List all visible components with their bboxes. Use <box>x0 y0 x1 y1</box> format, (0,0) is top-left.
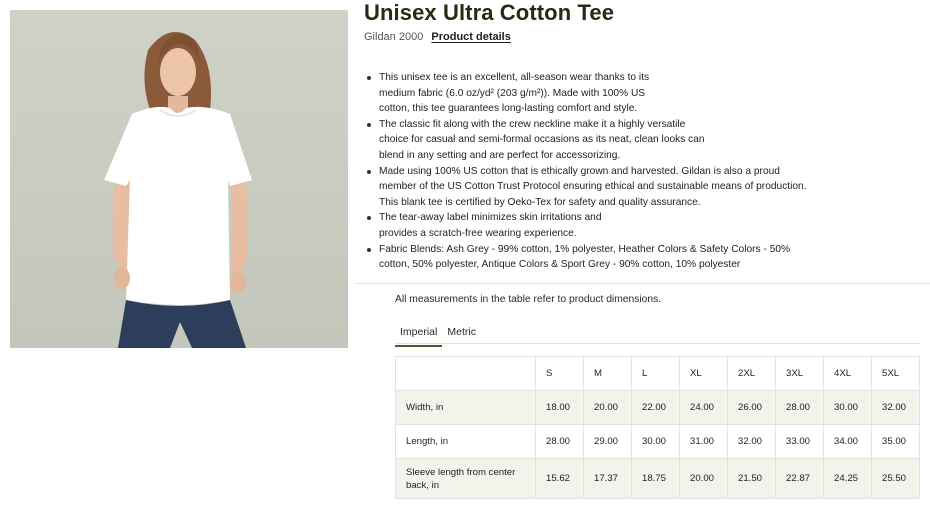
table-header-size: L <box>631 356 680 391</box>
table-cell: 28.00 <box>775 390 824 425</box>
table-cell: 20.00 <box>679 458 728 499</box>
table-cell: 32.00 <box>871 390 920 425</box>
table-cell: 34.00 <box>823 424 872 459</box>
table-cell: 32.00 <box>727 424 776 459</box>
section-divider <box>355 283 930 284</box>
table-header-size: 4XL <box>823 356 872 391</box>
table-cell: 26.00 <box>727 390 776 425</box>
table-cell: 22.87 <box>775 458 824 499</box>
table-cell: 15.62 <box>535 458 584 499</box>
measurements-note: All measurements in the table refer to p… <box>395 294 662 305</box>
table-cell: 20.00 <box>583 390 632 425</box>
product-photo <box>10 10 348 348</box>
table-header-size: XL <box>679 356 728 391</box>
list-item: The tear-away label minimizes skin irrit… <box>365 210 605 241</box>
table-cell: 29.00 <box>583 424 632 459</box>
table-row: Length, in 28.00 29.00 30.00 31.00 32.00… <box>395 424 920 459</box>
table-cell: 17.37 <box>583 458 632 499</box>
table-cell: 31.00 <box>679 424 728 459</box>
table-header-size: S <box>535 356 584 391</box>
table-row: Sleeve length from center back, in 15.62… <box>395 458 920 499</box>
table-cell: 24.00 <box>679 390 728 425</box>
table-cell: 24.25 <box>823 458 872 499</box>
tabs-divider <box>395 343 920 344</box>
list-item: The classic fit along with the crew neck… <box>365 117 715 164</box>
table-row: Width, in 18.00 20.00 22.00 24.00 26.00 … <box>395 390 920 425</box>
table-header-size: M <box>583 356 632 391</box>
row-label: Sleeve length from center back, in <box>395 458 536 499</box>
table-cell: 18.00 <box>535 390 584 425</box>
table-cell: 18.75 <box>631 458 680 499</box>
table-header-corner <box>395 356 536 391</box>
table-cell: 21.50 <box>727 458 776 499</box>
table-cell: 30.00 <box>823 390 872 425</box>
list-item: Fabric Blends: Ash Grey - 99% cotton, 1%… <box>365 242 815 273</box>
table-header-row: S M L XL 2XL 3XL 4XL 5XL <box>395 356 920 391</box>
list-item: Made using 100% US cotton that is ethica… <box>365 164 815 211</box>
product-title: Unisex Ultra Cotton Tee <box>364 0 615 25</box>
table-cell: 35.00 <box>871 424 920 459</box>
product-model: Gildan 2000 <box>364 31 424 43</box>
table-cell: 28.00 <box>535 424 584 459</box>
table-cell: 22.00 <box>631 390 680 425</box>
size-chart-table: S M L XL 2XL 3XL 4XL 5XL Width, in 18.00… <box>395 356 920 499</box>
product-description-list: This unisex tee is an excellent, all-sea… <box>365 70 815 273</box>
row-label: Length, in <box>395 424 536 459</box>
product-details-link[interactable]: Product details <box>431 31 510 43</box>
table-header-size: 5XL <box>871 356 920 391</box>
model-wearing-tee-illustration <box>104 32 252 348</box>
row-label: Width, in <box>395 390 536 425</box>
table-cell: 30.00 <box>631 424 680 459</box>
table-header-size: 2XL <box>727 356 776 391</box>
table-cell: 25.50 <box>871 458 920 499</box>
product-subline: Gildan 2000 Product details <box>364 31 511 43</box>
table-header-size: 3XL <box>775 356 824 391</box>
list-item: This unisex tee is an excellent, all-sea… <box>365 70 665 117</box>
table-cell: 33.00 <box>775 424 824 459</box>
